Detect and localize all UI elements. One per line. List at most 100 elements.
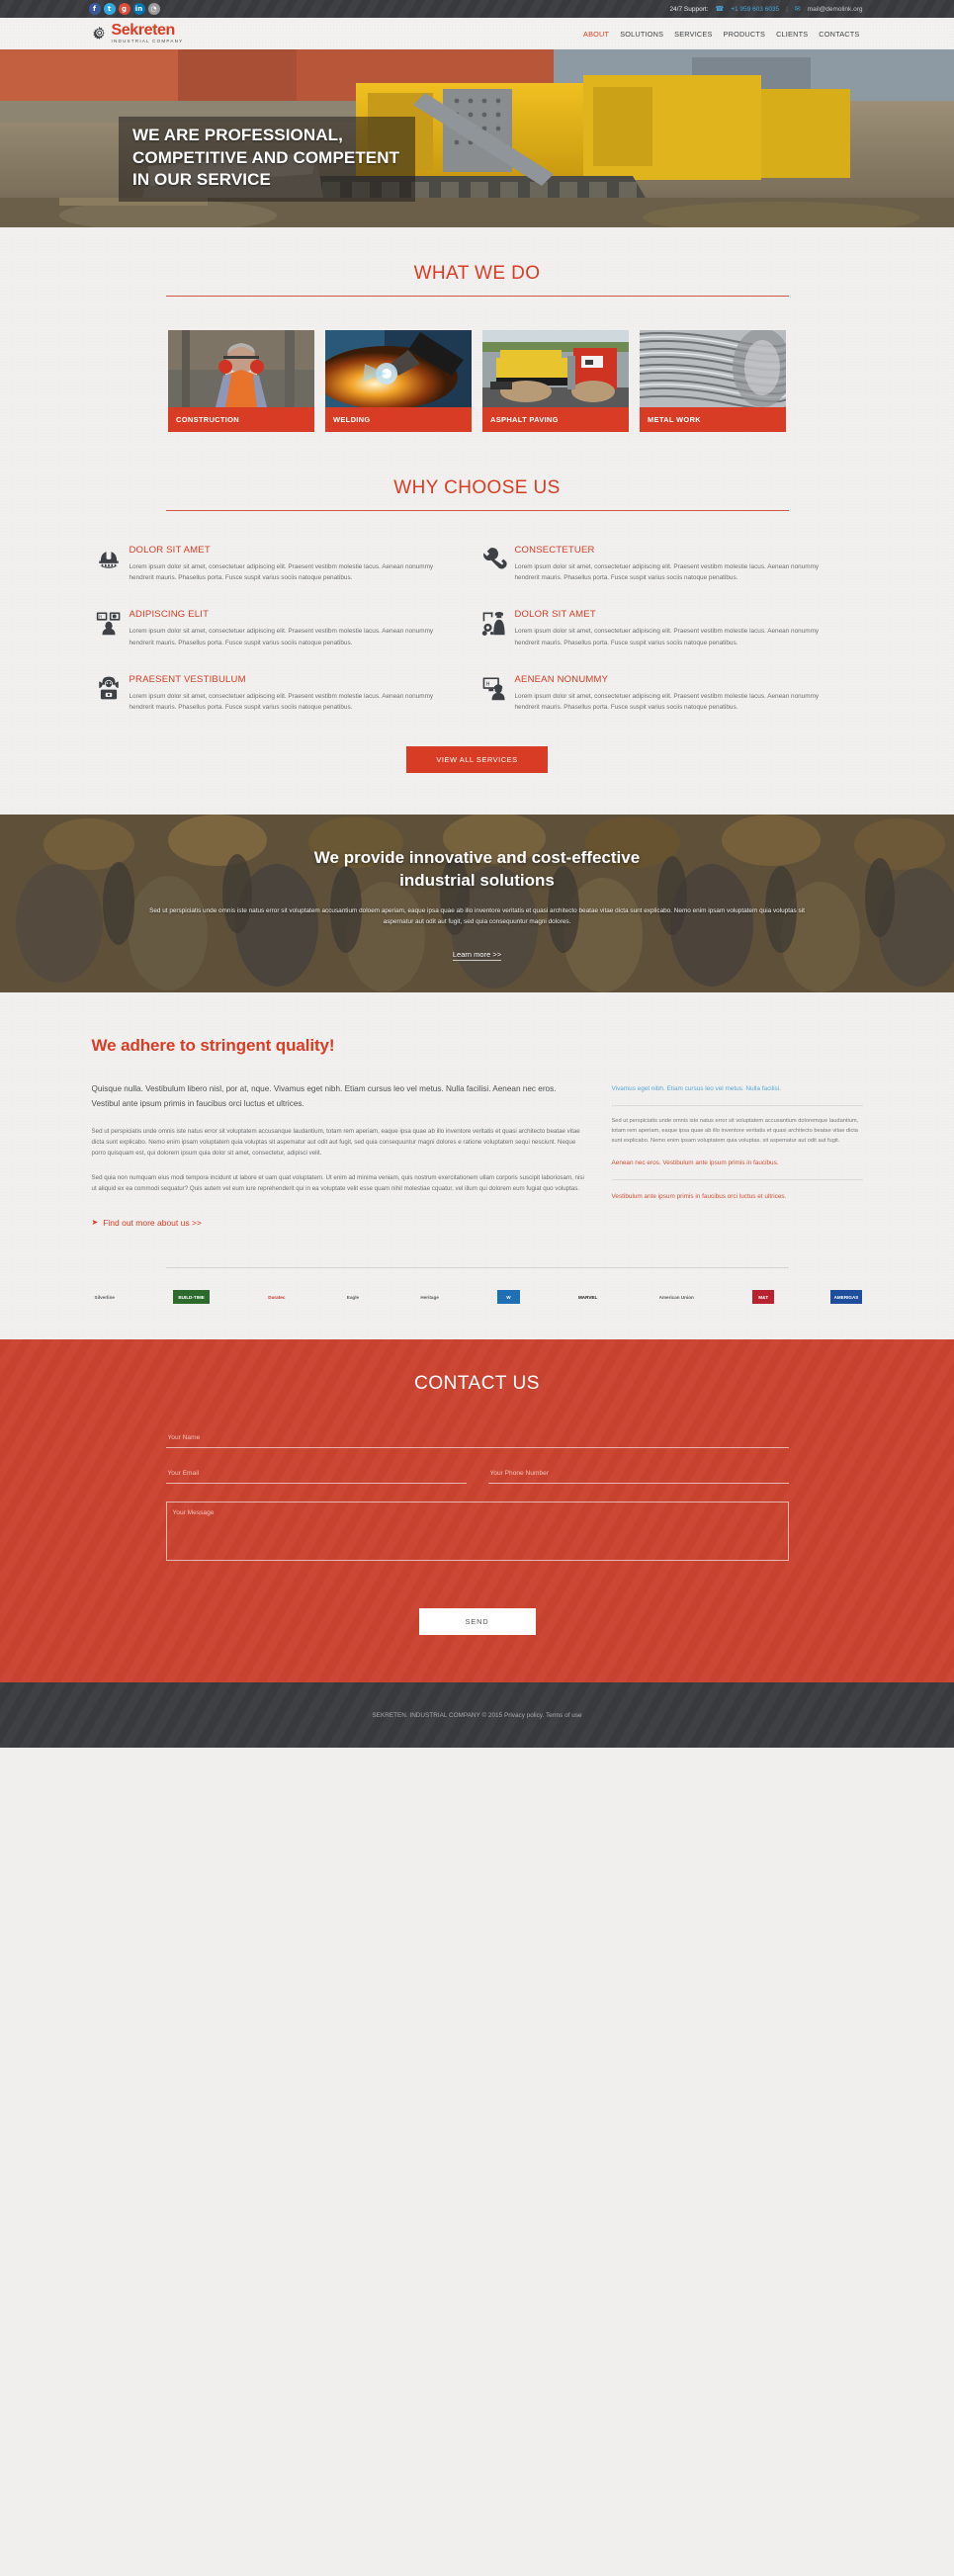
privacy-policy-link[interactable]: Privacy policy. — [504, 1712, 544, 1719]
feature-title: PRAESENT VESTIBULUM — [129, 673, 246, 685]
phone-icon: ☎ — [715, 6, 725, 13]
screen-worker-icon: H — [481, 675, 507, 701]
parallax-heading-line1: We provide innovative and cost-effective — [313, 847, 641, 867]
nav-item-clients[interactable]: CLIENTS — [776, 30, 808, 39]
what-we-do-title: WHAT WE DO — [413, 263, 541, 284]
partner-logo[interactable]: W — [497, 1290, 520, 1305]
page-root: f t g in ◔ 24/7 Support: ☎ +1 959 603 60… — [0, 0, 954, 1749]
sidebar-gray-text: Sed ut perspiciatis unde omnis iste natu… — [611, 1118, 859, 1145]
nav-item-solutions[interactable]: SOLUTIONS — [620, 30, 663, 39]
feature-item[interactable]: H ADIPISCING ELIT Lorem ipsum dolor sit … — [92, 609, 477, 673]
message-field-wrap — [165, 1502, 789, 1562]
hero-line-2: COMPETITIVE AND COMPETENT — [132, 147, 400, 167]
partner-logo[interactable]: AMERIGAS — [829, 1290, 863, 1305]
hard-hat-icon — [96, 546, 122, 571]
partner-logo[interactable]: Heritage — [417, 1290, 441, 1304]
service-card-metal-work[interactable]: METAL WORK — [640, 330, 786, 432]
logo-name: Sekreten — [111, 22, 176, 40]
facebook-icon[interactable]: f — [88, 3, 101, 15]
nav-item-contacts[interactable]: CONTACTS — [819, 30, 859, 39]
contact-section: CONTACT US SEND — [0, 1339, 954, 1683]
site-logo[interactable]: Sekreten INDUSTRIAL COMPANY — [92, 23, 184, 44]
partner-logo[interactable]: M&T — [752, 1290, 775, 1305]
logo-tagline: INDUSTRIAL COMPANY — [111, 39, 184, 44]
arrow-right-icon: ➤ — [91, 1218, 99, 1228]
learn-more-link[interactable]: Learn more >> — [452, 950, 502, 961]
wrench-icon — [481, 546, 507, 571]
feature-item[interactable]: DOLOR SIT AMET Lorem ipsum dolor sit ame… — [92, 545, 477, 609]
linkedin-icon[interactable]: in — [132, 3, 145, 15]
phone-input[interactable] — [487, 1470, 789, 1485]
hero-caption: WE ARE PROFESSIONAL, COMPETITIVE AND COM… — [119, 117, 416, 202]
section-heading: WHY CHOOSE US — [92, 432, 863, 511]
quality-main-column: Quisque nulla. Vestibulum libero nisl, p… — [92, 1081, 586, 1228]
quality-sidebar: Vivamus eget nibh. Etiam cursus leo vel … — [611, 1081, 863, 1228]
hero-line-3: IN OUR SERVICE — [132, 170, 271, 190]
parallax-text: Sed ut perspiciatis unde omnis iste natu… — [149, 906, 805, 926]
top-contact-info: 24/7 Support: ☎ +1 959 603 6035 | ✉ mail… — [669, 5, 863, 14]
construction-image — [168, 330, 314, 407]
name-field-wrap — [165, 1430, 789, 1449]
metal-work-image — [640, 330, 786, 407]
card-label: ASPHALT PAVING — [482, 407, 629, 432]
service-card-construction[interactable]: CONSTRUCTION — [168, 330, 314, 432]
card-label: CONSTRUCTION — [168, 407, 314, 432]
svg-text:H: H — [485, 681, 489, 687]
feature-title: AENEAN NONUMMY — [514, 673, 609, 685]
sidebar-red-text-2: Vestibulum ante ipsum primis in faucibus… — [611, 1193, 787, 1201]
parallax-heading-line2: industrial solutions — [399, 870, 555, 890]
feature-item[interactable]: H AENEAN NONUMMY Lorem ipsum dolor sit a… — [477, 674, 863, 738]
partner-logo[interactable]: BUILD-TIME — [173, 1290, 210, 1305]
welding-image — [325, 330, 472, 407]
gear-icon — [92, 26, 109, 43]
nav-item-about[interactable]: ABOUT — [583, 30, 609, 39]
terms-of-use-link[interactable]: Terms of use — [546, 1712, 582, 1719]
footer-copyright: SEKRETEN. INDUSTRIAL COMPANY © 2015 — [372, 1711, 503, 1719]
hero-banner: WE ARE PROFESSIONAL, COMPETITIVE AND COM… — [0, 49, 954, 227]
partner-logo[interactable]: MARVEL — [575, 1290, 600, 1304]
contact-form: SEND — [165, 1430, 789, 1636]
feature-title: ADIPISCING ELIT — [129, 609, 210, 621]
message-textarea[interactable] — [170, 1509, 784, 1558]
find-out-more-link[interactable]: ➤ Find out more about us >> — [92, 1218, 202, 1228]
support-phone[interactable]: +1 959 603 6035 — [731, 6, 779, 13]
sidebar-red-text-1: Aenean nec eros. Vestibulum ante ipsum p… — [611, 1159, 779, 1166]
view-all-services-row: VIEW ALL SERVICES — [92, 738, 863, 815]
monitor-worker-icon: H — [96, 610, 122, 636]
contact-title: CONTACT US — [414, 1373, 540, 1395]
service-card-asphalt-paving[interactable]: ASPHALT PAVING — [482, 330, 629, 432]
quality-paragraph-2: Sed quia non numquam eius modi tempora i… — [91, 1173, 584, 1192]
partner-logo[interactable]: Silverline — [92, 1290, 118, 1304]
email-input[interactable] — [165, 1470, 467, 1485]
nav-item-services[interactable]: SERVICES — [674, 30, 712, 39]
google-plus-icon[interactable]: g — [118, 3, 130, 15]
rss-icon[interactable]: ◔ — [147, 3, 160, 15]
feature-text: Lorem ipsum dolor sit amet, consectetuer… — [514, 692, 820, 712]
feature-item[interactable]: PRAESENT VESTIBULUM Lorem ipsum dolor si… — [92, 674, 477, 738]
feature-item[interactable]: DOLOR SIT AMET Lorem ipsum dolor sit ame… — [477, 609, 863, 673]
feature-text: Lorem ipsum dolor sit amet, consectetuer… — [129, 628, 434, 646]
why-choose-us-section: WHY CHOOSE US DOLOR SIT AMET Lorem ipsum… — [92, 432, 863, 815]
service-card-list: CONSTRUCTION WELDING ASPHALT PAVING META… — [92, 297, 863, 432]
twitter-icon[interactable]: t — [103, 3, 116, 15]
service-card-welding[interactable]: WELDING — [325, 330, 472, 432]
name-input[interactable] — [165, 1434, 789, 1449]
nav-item-products[interactable]: PRODUCTS — [724, 30, 766, 39]
quality-heading: We adhere to stringent quality! — [91, 1036, 335, 1056]
partner-logo[interactable]: Duratec — [265, 1290, 288, 1304]
email-field-wrap — [165, 1466, 467, 1485]
feature-title: DOLOR SIT AMET — [129, 545, 211, 556]
find-out-more-label: Find out more about us >> — [103, 1217, 202, 1228]
crane-worker-icon — [481, 610, 507, 637]
feature-item[interactable]: CONSECTETUER Lorem ipsum dolor sit amet,… — [477, 545, 863, 609]
partner-logo[interactable]: Eagle — [344, 1290, 362, 1304]
card-label: METAL WORK — [640, 407, 786, 432]
parallax-section: We provide innovative and cost-effective… — [0, 815, 954, 993]
view-all-services-button[interactable]: VIEW ALL SERVICES — [406, 746, 548, 774]
partner-logo[interactable]: American Union — [656, 1290, 697, 1304]
send-button[interactable]: SEND — [418, 1608, 536, 1636]
support-email[interactable]: mail@demolink.org — [808, 6, 863, 13]
partner-logo-list: Silverline BUILD-TIME Duratec Eagle Heri… — [92, 1268, 863, 1339]
quality-lead: Quisque nulla. Vestibulum libero nisl, p… — [91, 1084, 557, 1109]
feature-grid: DOLOR SIT AMET Lorem ipsum dolor sit ame… — [92, 511, 863, 738]
